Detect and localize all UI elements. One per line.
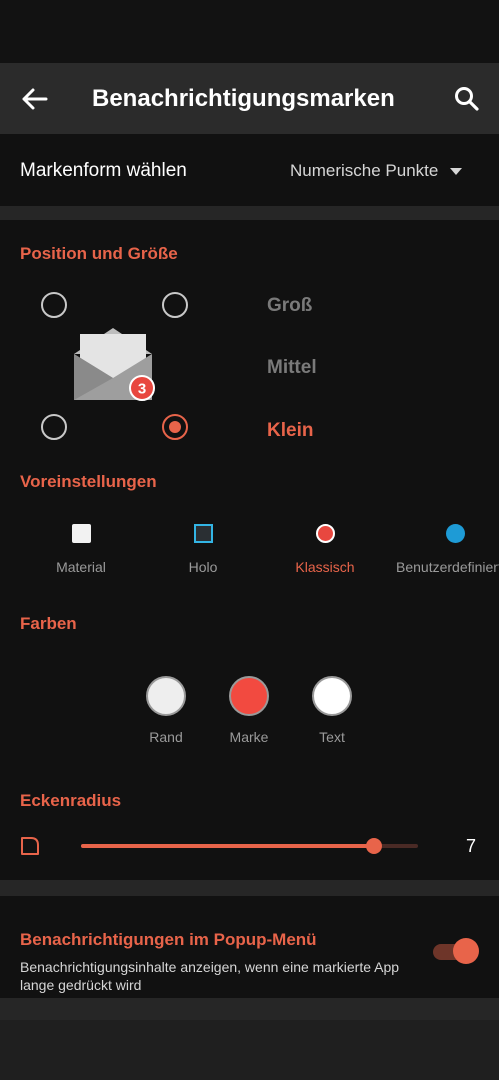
size-option-medium[interactable]: Mittel	[267, 357, 317, 379]
color-text-picker[interactable]: Text	[297, 676, 367, 745]
preset-label: Benutzerdefiniert	[396, 559, 499, 575]
preset-holo[interactable]: Holo	[148, 524, 258, 575]
color-label: Text	[319, 729, 345, 745]
color-swatch	[229, 676, 269, 716]
corner-radius-value: 7	[466, 836, 477, 856]
corner-radius-slider[interactable]	[81, 836, 418, 856]
color-badge-picker[interactable]: Marke	[214, 676, 284, 745]
square-swatch-icon	[71, 524, 91, 543]
envelope-preview-icon: 3	[72, 326, 158, 402]
section-divider	[0, 206, 499, 220]
size-option-small[interactable]: Klein	[267, 420, 313, 442]
square-outline-swatch-icon	[193, 524, 213, 543]
color-label: Marke	[229, 729, 269, 745]
corner-radius-icon	[20, 836, 40, 856]
caret-down-icon	[450, 167, 463, 175]
position-radio-top-right[interactable]	[162, 292, 188, 318]
preset-label: Holo	[188, 559, 218, 575]
toggle-thumb	[453, 938, 479, 964]
slider-thumb[interactable]	[366, 838, 383, 854]
popup-notifications-description: Benachrichtigungsinhalte anzeigen, wenn …	[20, 959, 400, 993]
page-title: Benachrichtigungsmarken	[92, 85, 395, 112]
position-section-title: Position und Größe	[20, 244, 178, 263]
preset-label: Material	[56, 559, 106, 575]
presets-section-title: Voreinstellungen	[20, 472, 157, 491]
popup-notifications-title: Benachrichtigungen im Popup-Menü	[20, 930, 317, 949]
preset-classic[interactable]: Klassisch	[270, 524, 380, 575]
section-divider	[0, 998, 499, 1020]
preset-material[interactable]: Material	[26, 524, 136, 575]
popup-notifications-row[interactable]: Benachrichtigungen im Popup-Menü Benachr…	[0, 896, 499, 998]
color-label: Rand	[149, 729, 183, 745]
color-border-picker[interactable]: Rand	[131, 676, 201, 745]
corner-section-title: Eckenradius	[20, 791, 122, 810]
preview-badge-count: 3	[138, 381, 146, 398]
search-icon[interactable]	[452, 85, 482, 113]
status-bar	[0, 0, 499, 63]
circle-swatch-icon	[315, 524, 335, 543]
circle-swatch-icon	[446, 524, 465, 543]
position-radio-top-left[interactable]	[41, 292, 67, 318]
preset-label: Klassisch	[295, 559, 355, 575]
position-radio-bottom-right[interactable]	[162, 414, 188, 440]
section-divider	[0, 880, 499, 896]
preset-custom[interactable]: Benutzerdefiniert	[396, 524, 499, 575]
size-option-large[interactable]: Groß	[267, 295, 312, 317]
color-swatch	[312, 676, 352, 716]
bottom-area	[0, 998, 499, 1080]
color-swatch	[146, 676, 186, 716]
colors-section-title: Farben	[20, 614, 77, 633]
badge-shape-dropdown[interactable]: Numerische Punkte	[290, 159, 463, 183]
position-radio-bottom-left[interactable]	[41, 414, 67, 440]
slider-fill	[81, 844, 375, 848]
app-bar: Benachrichtigungsmarken	[0, 63, 499, 134]
popup-notifications-toggle[interactable]	[433, 938, 479, 966]
badge-shape-label: Markenform wählen	[20, 160, 187, 181]
badge-shape-row: Markenform wählen Numerische Punkte	[0, 134, 499, 206]
arrow-left-icon[interactable]	[20, 85, 50, 113]
badge-shape-value: Numerische Punkte	[290, 161, 439, 180]
